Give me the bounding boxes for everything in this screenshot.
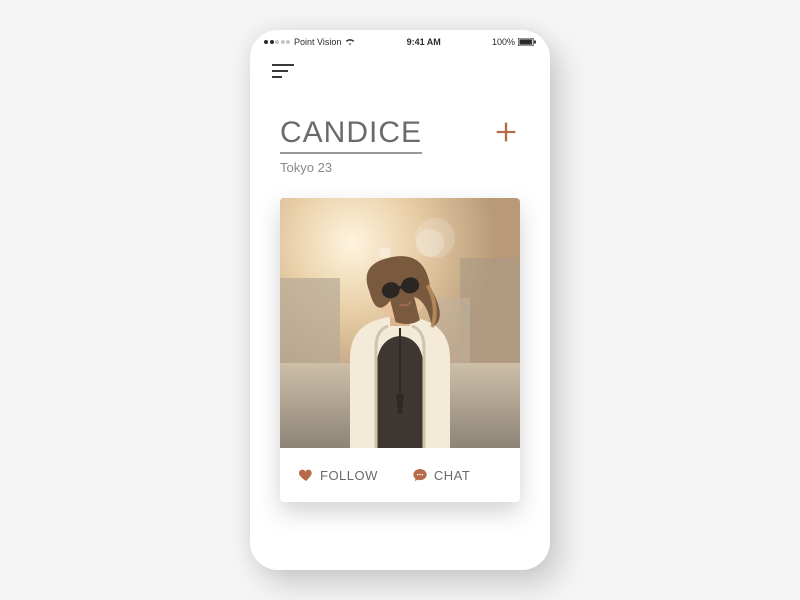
follow-label: FOLLOW: [320, 468, 378, 483]
status-bar: Point Vision 9:41 AM 100%: [250, 30, 550, 48]
battery-icon: [518, 38, 536, 46]
profile-subline: Tokyo 23: [280, 160, 520, 175]
profile-card: FOLLOW CHAT: [280, 198, 520, 502]
chat-button[interactable]: CHAT: [412, 467, 470, 483]
follow-button[interactable]: FOLLOW: [298, 467, 378, 483]
add-button[interactable]: [492, 118, 520, 146]
profile-name: CANDICE: [280, 116, 422, 154]
phone-screen: Point Vision 9:41 AM 100% CANDICE Tokyo …: [250, 30, 550, 570]
profile-age: 23: [318, 160, 332, 175]
chat-label: CHAT: [434, 468, 470, 483]
chat-icon: [412, 467, 428, 483]
wifi-icon: [345, 38, 355, 46]
carrier-label: Point Vision: [294, 37, 341, 47]
heart-icon: [298, 467, 314, 483]
profile-header: CANDICE Tokyo 23: [280, 116, 520, 175]
status-right: 100%: [492, 37, 536, 47]
signal-icon: [264, 40, 290, 44]
profile-location: Tokyo: [280, 160, 314, 175]
status-left: Point Vision: [264, 37, 355, 47]
profile-photo: [280, 198, 520, 448]
status-time: 9:41 AM: [355, 37, 492, 47]
card-actions: FOLLOW CHAT: [280, 448, 520, 502]
menu-icon[interactable]: [272, 64, 296, 80]
battery-label: 100%: [492, 37, 515, 47]
